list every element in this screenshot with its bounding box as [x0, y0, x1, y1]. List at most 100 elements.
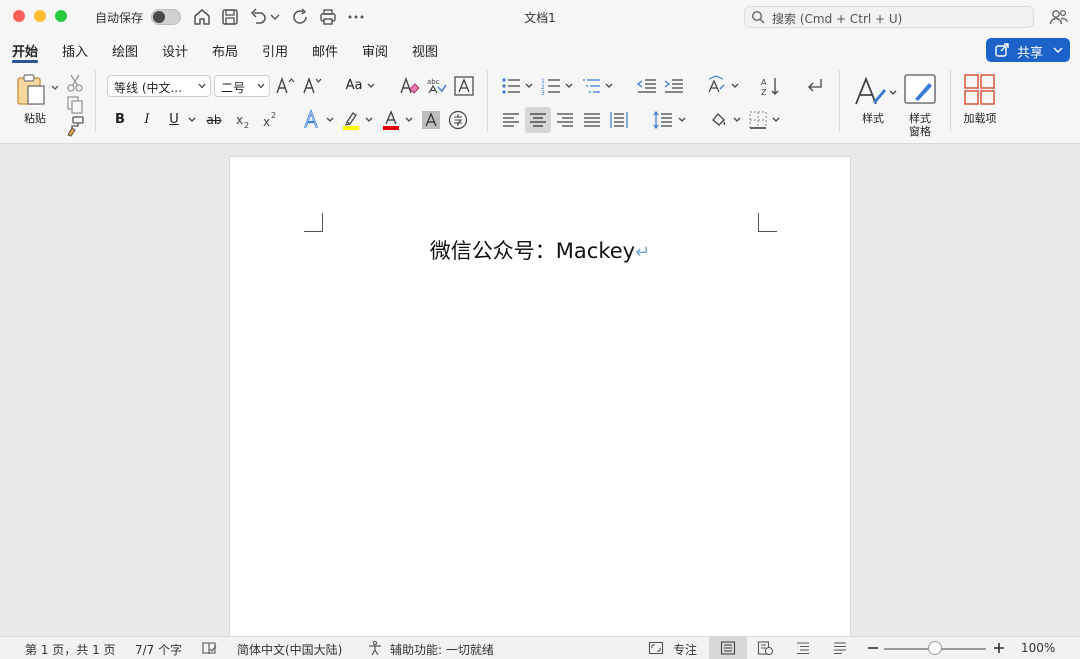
maximize-window-button[interactable]: [55, 10, 67, 22]
outline-view-icon[interactable]: [795, 640, 811, 656]
autosave-toggle[interactable]: [151, 9, 181, 25]
font-color-chevron-icon[interactable]: [403, 109, 415, 131]
grow-font-icon[interactable]: [274, 75, 296, 97]
subscript-icon[interactable]: x2: [232, 109, 254, 131]
multilevel-chevron-icon[interactable]: [603, 75, 615, 97]
line-spacing-chevron-icon[interactable]: [676, 109, 688, 131]
language[interactable]: 简体中文(中国大陆): [237, 641, 342, 658]
numbering-icon[interactable]: 123: [540, 75, 562, 97]
clear-formatting-icon[interactable]: [398, 75, 420, 97]
zoom-in-icon[interactable]: [991, 640, 1007, 656]
character-border-icon[interactable]: [453, 75, 475, 97]
save-icon[interactable]: [220, 7, 240, 27]
font-name-dropdown[interactable]: 等线 (中文...: [107, 75, 211, 97]
tab-references[interactable]: 引用: [262, 41, 288, 60]
tab-insert[interactable]: 插入: [62, 41, 88, 60]
paste-options-chevron-icon[interactable]: [50, 82, 60, 94]
styles-pane-icon[interactable]: [903, 73, 937, 107]
phonetic-guide-icon[interactable]: abc: [425, 75, 447, 97]
cut-icon[interactable]: [64, 72, 86, 94]
bold-button[interactable]: B: [110, 109, 130, 131]
focus-label[interactable]: 专注: [673, 641, 697, 658]
more-options-icon[interactable]: [346, 7, 366, 27]
accessibility-icon[interactable]: [367, 640, 383, 656]
document-text[interactable]: 微信公众号：Mackey: [430, 239, 635, 263]
borders-chevron-icon[interactable]: [770, 109, 782, 131]
paste-icon[interactable]: [14, 72, 50, 108]
increase-indent-icon[interactable]: [663, 75, 685, 97]
account-icon[interactable]: [1048, 7, 1068, 27]
copy-icon[interactable]: [64, 94, 86, 116]
shrink-font-icon[interactable]: [301, 75, 323, 97]
tab-design[interactable]: 设计: [162, 41, 188, 60]
document-page[interactable]: 微信公众号：Mackey↵: [230, 157, 850, 636]
enclose-characters-icon[interactable]: [447, 109, 469, 131]
decrease-indent-icon[interactable]: [636, 75, 658, 97]
bullets-chevron-icon[interactable]: [523, 75, 535, 97]
redo-icon[interactable]: [290, 7, 310, 27]
character-shading-icon[interactable]: [420, 109, 442, 131]
bullets-icon[interactable]: [500, 75, 522, 97]
zoom-level[interactable]: 100%: [1021, 641, 1055, 655]
proofing-icon[interactable]: [201, 640, 217, 656]
zoom-out-icon[interactable]: [865, 640, 881, 656]
numbering-chevron-icon[interactable]: [563, 75, 575, 97]
align-left-icon[interactable]: [500, 109, 522, 131]
highlight-chevron-icon[interactable]: [363, 109, 375, 131]
tab-draw[interactable]: 绘图: [112, 41, 138, 60]
document-line[interactable]: 微信公众号：Mackey↵: [230, 235, 850, 265]
line-spacing-icon[interactable]: [652, 109, 674, 131]
italic-button[interactable]: I: [137, 109, 157, 131]
search-input[interactable]: 搜索 (Cmd + Ctrl + U): [744, 6, 1034, 28]
styles-chevron-icon[interactable]: [887, 82, 899, 104]
home-icon[interactable]: [192, 7, 212, 27]
print-layout-icon[interactable]: [720, 640, 736, 656]
undo-dropdown-chevron-icon[interactable]: [269, 7, 281, 27]
shading-chevron-icon[interactable]: [731, 109, 743, 131]
text-effects-chevron-icon[interactable]: [324, 109, 336, 131]
justify-icon[interactable]: [581, 109, 603, 131]
tab-review[interactable]: 审阅: [362, 41, 388, 60]
align-right-icon[interactable]: [554, 109, 576, 131]
undo-icon[interactable]: [248, 7, 268, 27]
change-case-button[interactable]: Aa: [343, 75, 365, 97]
distributed-icon[interactable]: [608, 109, 630, 131]
borders-icon[interactable]: [747, 109, 769, 131]
format-painter-icon[interactable]: [64, 115, 86, 137]
tab-home[interactable]: 开始: [12, 41, 38, 60]
document-canvas[interactable]: 微信公众号：Mackey↵: [0, 144, 1080, 636]
print-icon[interactable]: [318, 7, 338, 27]
accessibility-status[interactable]: 辅助功能: 一切就绪: [390, 641, 494, 658]
minimize-window-button[interactable]: [34, 10, 46, 22]
asian-layout-chevron-icon[interactable]: [729, 75, 741, 97]
font-color-icon[interactable]: [380, 109, 402, 131]
highlight-icon[interactable]: [340, 109, 362, 131]
tab-layout[interactable]: 布局: [212, 41, 238, 60]
text-effects-icon[interactable]: [301, 109, 323, 131]
multilevel-list-icon[interactable]: [580, 75, 602, 97]
change-case-chevron-icon[interactable]: [365, 75, 377, 97]
asian-layout-icon[interactable]: [705, 75, 727, 97]
page-count[interactable]: 第 1 页，共 1 页: [25, 641, 116, 658]
styles-icon[interactable]: [853, 74, 889, 110]
underline-chevron-icon[interactable]: [186, 109, 198, 131]
zoom-slider-handle[interactable]: [928, 641, 942, 655]
sort-icon[interactable]: AZ: [760, 75, 782, 97]
shading-icon[interactable]: [708, 109, 730, 131]
underline-button[interactable]: U: [164, 109, 184, 131]
focus-icon[interactable]: [648, 640, 664, 656]
tab-view[interactable]: 视图: [412, 41, 438, 60]
close-window-button[interactable]: [13, 10, 25, 22]
web-layout-icon[interactable]: [757, 640, 773, 656]
superscript-icon[interactable]: x2: [259, 109, 281, 131]
add-ins-icon[interactable]: [963, 73, 997, 107]
share-icon: [995, 43, 1009, 57]
share-button[interactable]: 共享: [986, 38, 1070, 62]
draft-view-icon[interactable]: [832, 640, 848, 656]
font-size-dropdown[interactable]: 二号: [214, 75, 270, 97]
tab-mailings[interactable]: 邮件: [312, 41, 338, 60]
align-center-icon[interactable]: [527, 109, 549, 131]
strikethrough-button[interactable]: ab: [203, 109, 225, 131]
word-count[interactable]: 7/7 个字: [135, 641, 182, 658]
show-formatting-marks-icon[interactable]: [804, 75, 826, 97]
